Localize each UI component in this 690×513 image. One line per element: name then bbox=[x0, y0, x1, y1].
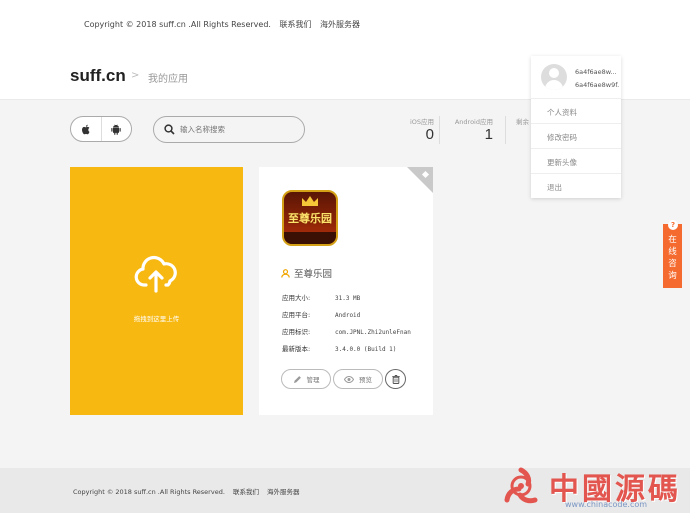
platform-filter-toggle bbox=[70, 116, 132, 142]
top-copyright-row: Copyright © 2018 suff.cn .All Rights Res… bbox=[84, 19, 366, 30]
eye-icon bbox=[344, 375, 354, 383]
filter-android-button[interactable] bbox=[100, 117, 131, 141]
preview-button[interactable]: 预览 bbox=[333, 369, 383, 389]
manage-button[interactable]: 管理 bbox=[281, 369, 331, 389]
watermark-logo-icon bbox=[504, 467, 538, 504]
online-consult-widget[interactable]: ? 在 线 咨 询 bbox=[663, 220, 682, 288]
top-copyright-text: Copyright © 2018 suff.cn .All Rights Res… bbox=[84, 20, 271, 29]
user-id-line-2: 6a4f6ae8w9f... bbox=[575, 81, 619, 89]
crown-icon bbox=[302, 196, 318, 206]
cloud-upload-icon bbox=[134, 255, 177, 293]
ios-app-label: iOS应用 bbox=[409, 118, 434, 126]
stat-divider bbox=[505, 116, 506, 144]
menu-item-change-password[interactable]: 修改密码 bbox=[531, 123, 621, 148]
app-platform-label: 应用平台: bbox=[282, 311, 311, 319]
watermark-url: www.chinacode.com bbox=[565, 500, 648, 509]
card-corner-flag[interactable] bbox=[407, 167, 433, 193]
app-card: 至尊乐园 至尊乐园 应用大小: 31.3 MB 应用平台: Android 应用标识… bbox=[259, 167, 433, 415]
android-app-stat: Android应用 1 bbox=[450, 116, 497, 144]
filter-ios-button[interactable] bbox=[71, 117, 101, 141]
upload-hint: 拖拽到这里上传 bbox=[133, 315, 180, 323]
top-contact-link[interactable]: 联系我们 bbox=[280, 20, 312, 29]
app-platform-row: 应用平台: Android bbox=[282, 309, 360, 319]
menu-item-logout[interactable]: 退出 bbox=[531, 173, 621, 198]
site-logo[interactable]: suff.cn bbox=[70, 66, 126, 86]
consult-char-3: 咨 bbox=[668, 259, 677, 269]
upload-dropzone[interactable]: 拖拽到这里上传 bbox=[70, 167, 243, 415]
search-icon[interactable] bbox=[164, 124, 175, 135]
remaining-label: 剩余 bbox=[516, 118, 529, 126]
manage-label: 管理 bbox=[306, 376, 320, 384]
android-icon bbox=[111, 123, 122, 135]
consult-char-2: 线 bbox=[668, 247, 677, 257]
app-id-value: com.JPNL.Zhi2unleFnan bbox=[335, 329, 411, 336]
preview-label: 预览 bbox=[359, 376, 372, 384]
app-size-row: 应用大小: 31.3 MB bbox=[282, 292, 360, 302]
app-id-label: 应用标识: bbox=[282, 328, 311, 336]
top-bar: Copyright © 2018 suff.cn .All Rights Res… bbox=[0, 0, 690, 52]
app-version-row: 最新版本: 3.4.0.0 (Build 1) bbox=[282, 343, 396, 353]
menu-item-profile[interactable]: 个人资料 bbox=[531, 98, 621, 123]
apple-icon bbox=[81, 124, 90, 134]
ios-app-stat: iOS应用 0 bbox=[394, 116, 438, 144]
app-icon-title: 至尊乐园 bbox=[288, 212, 332, 225]
top-overseas-link[interactable]: 海外服务器 bbox=[320, 20, 360, 29]
user-id-line-1: 6a4f6ae8w... bbox=[575, 68, 617, 76]
app-name-row: 至尊乐园 bbox=[281, 266, 332, 280]
stat-divider bbox=[439, 116, 440, 144]
delete-button[interactable] bbox=[385, 369, 406, 389]
user-dropdown-menu: 6a4f6ae8w... 6a4f6ae8w9f... 个人资料 修改密码 更新… bbox=[531, 56, 621, 198]
user-icon bbox=[281, 268, 290, 278]
pencil-icon bbox=[293, 375, 301, 383]
app-size-value: 31.3 MB bbox=[335, 295, 361, 302]
app-name[interactable]: 至尊乐园 bbox=[294, 266, 332, 280]
footer-copyright-text: Copyright © 2018 suff.cn .All Rights Res… bbox=[73, 488, 225, 496]
app-icon[interactable]: 至尊乐园 bbox=[282, 190, 338, 246]
app-size-label: 应用大小: bbox=[282, 294, 311, 302]
app-icon-band bbox=[284, 232, 336, 244]
ios-app-count: 0 bbox=[425, 126, 434, 143]
menu-item-update-avatar[interactable]: 更新头像 bbox=[531, 148, 621, 173]
search-input[interactable] bbox=[180, 122, 296, 137]
question-icon: ? bbox=[668, 220, 678, 230]
footer-overseas-link[interactable]: 海外服务器 bbox=[267, 488, 300, 496]
search-box bbox=[153, 116, 305, 143]
consult-char-1: 在 bbox=[668, 235, 677, 245]
android-app-label: Android应用 bbox=[454, 118, 493, 126]
consult-char-4: 询 bbox=[668, 271, 677, 281]
app-platform-value: Android bbox=[335, 312, 361, 319]
footer-copyright-row: Copyright © 2018 suff.cn .All Rights Res… bbox=[73, 486, 306, 496]
android-app-count: 1 bbox=[484, 126, 493, 143]
breadcrumb-my-apps[interactable]: 我的应用 bbox=[148, 70, 188, 85]
avatar[interactable] bbox=[541, 64, 567, 90]
breadcrumb-separator: > bbox=[131, 70, 140, 81]
watermark: 中國源碼 www.chinacode.com bbox=[497, 462, 687, 512]
app-version-value: 3.4.0.0 (Build 1) bbox=[335, 346, 397, 353]
footer-contact-link[interactable]: 联系我们 bbox=[233, 488, 259, 496]
app-id-row: 应用标识: com.JPNL.Zhi2unleFnan bbox=[282, 326, 411, 336]
trash-icon bbox=[391, 374, 400, 384]
app-version-label: 最新版本: bbox=[282, 345, 311, 353]
